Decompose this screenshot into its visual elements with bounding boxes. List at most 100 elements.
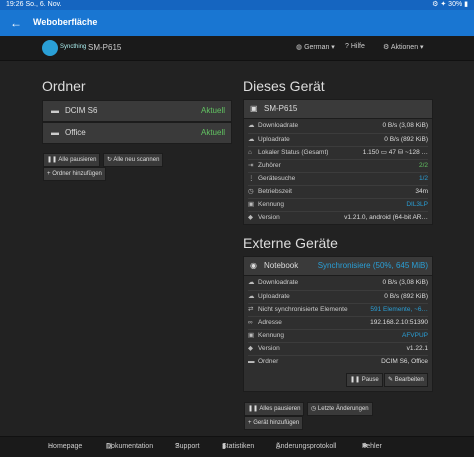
row-label: Adresse <box>258 319 282 326</box>
folder-icon: ▬ <box>248 358 255 365</box>
row-version: ◆ Version v1.22.1 <box>248 342 428 355</box>
cloud-download-icon: ☁ <box>248 279 255 286</box>
folder-icon: ▬ <box>51 106 59 115</box>
language-dropdown[interactable]: ◍ German ▾ <box>296 43 335 51</box>
row-identification: ▣ Kennung AFVPUP <box>248 329 428 342</box>
row-value: DCIM S6, Office <box>381 358 428 365</box>
rescan-all-button[interactable]: ↻ Alle neu scannen <box>103 153 164 167</box>
refresh-icon: ↻ <box>107 157 113 163</box>
this-device-panel: ▣ SM-P615 ☁ Downloadrate 0 B/s (3,08 KiB… <box>243 99 433 225</box>
row-address: ∞ Adresse 192.168.2.10:51390 <box>248 316 428 329</box>
actions-dropdown[interactable]: ⚙ Aktionen ▾ <box>383 43 424 51</box>
row-label: Betriebszeit <box>258 188 292 195</box>
button-label: Alle pausieren <box>58 157 97 163</box>
row-version: ◆ Version v1.21.0, android (64-bit AR… <box>248 211 428 224</box>
link-label: Statistiken <box>222 443 255 450</box>
actions-label: Aktionen <box>390 44 419 51</box>
folder-row-office[interactable]: ▬ Office Aktuell <box>42 122 232 144</box>
row-label: Uploadrate <box>258 136 290 143</box>
link-label: Homepage <box>48 443 83 450</box>
link-label: Fehler <box>362 443 382 450</box>
remote-device-panel: ◉ Notebook Synchronisiere (50%, 645 MiB)… <box>243 256 433 392</box>
row-label: Uploadrate <box>258 293 290 300</box>
row-value: v1.21.0, android (64-bit AR… <box>344 214 428 221</box>
pencil-icon: ✎ <box>388 377 394 383</box>
link-icon: ∞ <box>248 319 253 326</box>
row-value[interactable]: 1/2 <box>419 173 428 185</box>
button-label: Alle neu scannen <box>113 157 160 163</box>
row-download-rate: ☁ Downloadrate 0 B/s (3,08 KiB) <box>248 277 428 289</box>
add-folder-button[interactable]: + Ordner hinzufügen <box>43 167 106 181</box>
row-value[interactable]: 2/2 <box>419 160 428 172</box>
language-label: German <box>304 44 330 51</box>
row-value: 0 B/s (892 KiB) <box>384 293 428 300</box>
system-status-bar: 19:26 So., 6. Nov. ⚙ ✦ 30% ▮ <box>0 0 474 10</box>
help-label: Hilfe <box>350 43 365 50</box>
tag-icon: ◆ <box>248 214 253 221</box>
row-folders: ▬ Ordner DCIM S6, Office <box>248 355 428 368</box>
plus-icon: + <box>248 420 252 426</box>
pause-all-devices-button[interactable]: ❚❚ Alles pausieren <box>244 402 305 416</box>
pause-device-button[interactable]: ❚❚ Pause <box>346 373 383 387</box>
pause-icon: ❚❚ <box>47 157 58 163</box>
button-label: Gerät hinzufügen <box>253 420 300 426</box>
this-device-header[interactable]: ▣ SM-P615 <box>244 100 432 119</box>
sitemap-icon: ⋮ <box>248 175 255 182</box>
row-out-of-sync: ⇄ Nicht synchronisierte Elemente 591 Ele… <box>248 303 428 316</box>
exchange-icon: ⇄ <box>248 306 254 313</box>
pause-all-folders-button[interactable]: ❚❚ Alle pausieren <box>43 153 101 167</box>
qrcode-icon: ▣ <box>248 332 255 339</box>
logo-text: Syncthing <box>60 44 87 50</box>
row-value[interactable]: AFVPUP <box>402 330 428 342</box>
row-listeners: ⇥ Zuhörer 2/2 <box>248 159 428 172</box>
row-label: Nicht synchronisierte Elemente <box>258 306 348 313</box>
cloud-upload-icon: ☁ <box>248 293 255 300</box>
row-value[interactable]: 591 Elemente, ~6… <box>370 304 428 316</box>
folder-icon: ▬ <box>51 128 59 137</box>
row-value: v1.22.1 <box>406 345 428 352</box>
caret-down-icon: ▾ <box>329 44 335 51</box>
remote-devices-title: Externe Geräte <box>243 235 338 251</box>
this-device-title: Dieses Gerät <box>243 78 325 94</box>
arrow-left-icon[interactable]: ← <box>10 15 22 31</box>
row-identification: ▣ Kennung DIL3LP <box>248 198 428 211</box>
link-label: Änderungsprotokoll <box>276 443 337 450</box>
row-label: Ordner <box>258 358 279 365</box>
row-label: Lokaler Status (Gesamt) <box>258 149 329 156</box>
syncthing-logo-icon[interactable] <box>42 40 58 56</box>
row-value: 0 B/s (3,08 KiB) <box>382 122 428 129</box>
row-label: Version <box>258 214 280 221</box>
row-upload-rate: ☁ Uploadrate 0 B/s (892 KiB) <box>248 133 428 146</box>
caret-down-icon: ▾ <box>418 44 424 51</box>
row-label: Gerätesuche <box>258 175 296 182</box>
button-label: Pause <box>361 377 379 383</box>
cloud-download-icon: ☁ <box>248 122 255 129</box>
syncthing-navbar: Syncthing SM-P615 ◍ German ▾ ? Hilfe ⚙ A… <box>0 36 474 61</box>
remote-device-name: Notebook <box>264 261 299 270</box>
row-value: 0 B/s (3,08 KiB) <box>382 279 428 286</box>
row-upload-rate: ☁ Uploadrate 0 B/s (892 KiB) <box>248 290 428 303</box>
navbar-device-name: SM-P615 <box>88 43 122 52</box>
add-device-button[interactable]: + Gerät hinzufügen <box>244 416 304 430</box>
row-local-state: ⌂ Lokaler Status (Gesamt) 1.150 ▭ 47 ⛁ ~… <box>248 146 428 159</box>
recent-changes-button[interactable]: ◷ Letzte Änderungen <box>307 402 373 416</box>
clock-icon: ◷ <box>248 188 254 195</box>
row-value[interactable]: DIL3LP <box>406 199 428 211</box>
status-time-date: 19:26 So., 6. Nov. <box>6 1 62 8</box>
row-value: 1.150 ▭ 47 ⛁ ~128 … <box>362 149 428 156</box>
device-avatar-icon: ◉ <box>250 261 257 270</box>
pause-icon: ❚❚ <box>248 406 259 412</box>
remote-device-header[interactable]: ◉ Notebook Synchronisiere (50%, 645 MiB) <box>244 257 432 276</box>
help-link[interactable]: ? Hilfe <box>345 43 365 50</box>
folder-status: Aktuell <box>200 106 225 115</box>
folder-row-dcim-s6[interactable]: ▬ DCIM S6 Aktuell <box>42 100 232 122</box>
this-device-name: SM-P615 <box>264 104 298 113</box>
row-download-rate: ☁ Downloadrate 0 B/s (3,08 KiB) <box>248 120 428 132</box>
plus-icon: + <box>47 171 51 177</box>
row-label: Version <box>258 345 280 352</box>
edit-device-button[interactable]: ✎ Bearbeiten <box>384 373 428 387</box>
folder-name: DCIM S6 <box>65 106 98 115</box>
signin-icon: ⇥ <box>248 162 254 169</box>
button-label: Bearbeiten <box>394 377 424 383</box>
cloud-upload-icon: ☁ <box>248 136 255 143</box>
